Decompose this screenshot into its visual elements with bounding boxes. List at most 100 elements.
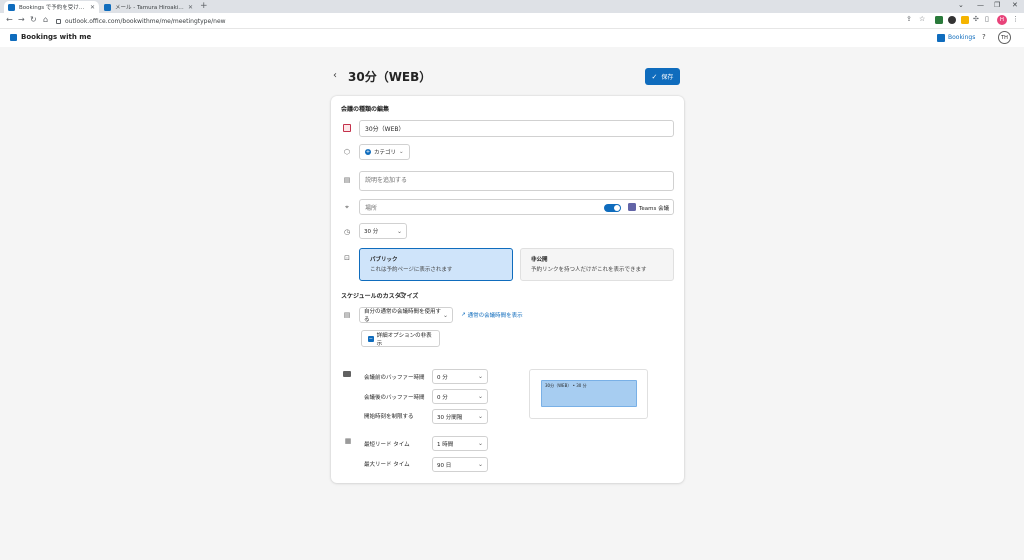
teams-meeting-toggle[interactable] [604,204,621,212]
close-tab-icon[interactable]: ✕ [90,4,95,11]
buffer-after-dropdown[interactable]: 0 分 ⌄ [432,389,488,404]
save-button[interactable]: ✓ 保存 [645,68,680,85]
browser-tab-strip: Bookings で予約を受ける - Tamura ✕ メール - Tamura… [0,0,1024,13]
reload-icon[interactable]: ↻ [30,15,37,24]
outlook-favicon-icon [104,3,111,11]
calendar-clock-icon: ▦ [344,437,352,445]
external-link-icon: ↗ [461,312,466,318]
category-button[interactable]: + カテゴリ ⌄ [359,144,410,160]
bookings-logo-icon [10,34,17,41]
schedule-icon: ▤ [343,311,351,319]
hide-advanced-options-button[interactable]: − 詳細オプションの非表示 [361,330,440,347]
duration-value: 30 分 [364,229,379,235]
lock-icon: ⊡ [344,254,350,262]
info-icon[interactable]: i [399,292,405,298]
browser-tab-label: Bookings で予約を受ける - Tamura [19,5,87,11]
new-tab-icon[interactable]: + [200,1,208,11]
page-title: 30分（WEB） [348,70,432,84]
calendar-icon [343,124,351,132]
start-limit-label: 開始時刻を制限する [364,414,414,420]
restore-icon[interactable]: ❐ [994,1,1000,9]
browser-tab-bookings[interactable]: Bookings で予約を受ける - Tamura ✕ [4,1,99,13]
section-title-edit: 会議の種類の編集 [341,106,390,113]
start-limit-dropdown[interactable]: 30 分間隔 ⌄ [432,409,488,424]
bookings-favicon-icon [8,3,15,11]
buffer-after-value: 0 分 [437,394,448,401]
browser-toolbar: ← → ↻ ⌂ outlook.office.com/bookwithme/me… [0,13,1024,29]
chevron-down-icon[interactable]: ⌄ [958,1,964,9]
buffer-before-value: 0 分 [437,374,448,381]
section-title-schedule: スケジュールのカスタマイズ [341,293,419,300]
description-field[interactable]: 説明を追加する [359,171,674,191]
buffer-after-label: 会議後のバッファー時間 [364,395,425,401]
chevron-down-icon: ⌄ [477,461,483,468]
description-icon: ▤ [343,176,351,184]
chevron-down-icon: ⌄ [477,373,483,380]
chevron-down-icon: ⌄ [399,149,404,155]
extension-icon[interactable] [961,16,969,24]
private-description: 予約リンクを持つ人だけがこれを表示できます [531,267,647,273]
clock-icon: ◷ [343,228,351,236]
meeting-hours-dropdown[interactable]: 自分の通常の会議時間を使用する ⌄ [359,307,453,323]
minimize-icon[interactable]: — [977,1,984,9]
hide-advanced-label: 詳細オプションの非表示 [376,332,432,347]
max-lead-time-label: 最大リード タイム [364,462,410,468]
browser-profile-avatar[interactable]: H [997,15,1007,25]
public-description: これは予約ページに表示されます [370,267,453,273]
star-icon[interactable]: ☆ [919,15,925,23]
avatar[interactable]: TH [998,31,1011,44]
bookings-link[interactable]: Bookings [948,34,975,41]
teams-icon [628,203,636,211]
visibility-private-option[interactable]: 非公開 予約リンクを持つ人だけがこれを表示できます [520,248,674,281]
address-bar[interactable]: outlook.office.com/bookwithme/me/meeting… [56,15,936,27]
app-name[interactable]: Bookings with me [21,33,91,41]
location-field[interactable]: 場所 [359,199,674,215]
chevron-down-icon: ⌄ [477,413,483,420]
max-lead-time-dropdown[interactable]: 90 日 ⌄ [432,457,488,472]
browser-tab-label: メール - Tamura Hiroaki - Outlook [115,5,185,11]
back-arrow-icon[interactable]: ← [6,15,13,24]
url-text: outlook.office.com/bookwithme/me/meeting… [65,17,226,25]
public-title: パブリック [370,257,398,263]
home-icon[interactable]: ⌂ [43,15,48,24]
schedule-preview: 30分（WEB） • 30 分 [529,369,648,419]
show-meeting-hours-link[interactable]: ↗ 通常の会議時間を表示 [461,311,523,319]
app-header: Bookings with me Bookings ? TH [0,29,1024,47]
min-lead-time-dropdown[interactable]: 1 時間 ⌄ [432,436,488,451]
visibility-public-option[interactable]: パブリック これは予約ページに表示されます [359,248,513,281]
puzzle-icon[interactable]: ✣ [973,15,979,23]
buffer-before-dropdown[interactable]: 0 分 ⌄ [432,369,488,384]
duration-dropdown[interactable]: 30 分 ⌄ [359,223,407,239]
chevron-down-icon: ⌄ [396,227,402,235]
teams-meeting-label: Teams 会議 [639,206,670,212]
share-icon[interactable]: ⇪ [906,15,912,23]
bookings-icon [937,34,945,42]
private-title: 非公開 [531,257,548,263]
buffer-icon [343,371,351,377]
plus-icon: + [365,149,371,155]
close-window-icon[interactable]: ✕ [1012,1,1018,9]
extension-icon[interactable] [948,16,956,24]
tag-icon: ⬡ [343,148,351,156]
location-pin-icon: ⌖ [345,203,349,211]
category-label: カテゴリ [374,150,397,156]
preview-slot: 30分（WEB） • 30 分 [541,380,637,407]
max-lead-time-value: 90 日 [437,462,452,469]
help-icon[interactable]: ? [982,33,986,41]
start-limit-value: 30 分間隔 [437,414,463,421]
more-menu-icon[interactable]: ⋮ [1012,15,1019,23]
sidepanel-icon[interactable]: ▯ [985,15,989,23]
extension-icon[interactable] [935,16,943,24]
browser-tab-outlook[interactable]: メール - Tamura Hiroaki - Outlook ✕ [100,1,197,13]
meeting-hours-value: 自分の通常の会議時間を使用する [364,309,442,323]
chevron-down-icon: ⌄ [477,440,483,447]
meeting-type-card: 会議の種類の編集 30分（WEB） ⬡ + カテゴリ ⌄ ▤ 説明を追加する ⌖… [331,96,684,483]
meeting-name-input[interactable]: 30分（WEB） [359,120,674,137]
show-meeting-hours-label: 通常の会議時間を表示 [467,313,523,319]
close-tab-icon[interactable]: ✕ [188,4,193,11]
chevron-down-icon: ⌄ [442,311,448,319]
lock-icon [56,18,61,24]
back-chevron-icon[interactable]: ‹ [333,70,337,81]
forward-arrow-icon[interactable]: → [18,15,25,24]
min-lead-time-label: 最短リード タイム [364,442,410,448]
